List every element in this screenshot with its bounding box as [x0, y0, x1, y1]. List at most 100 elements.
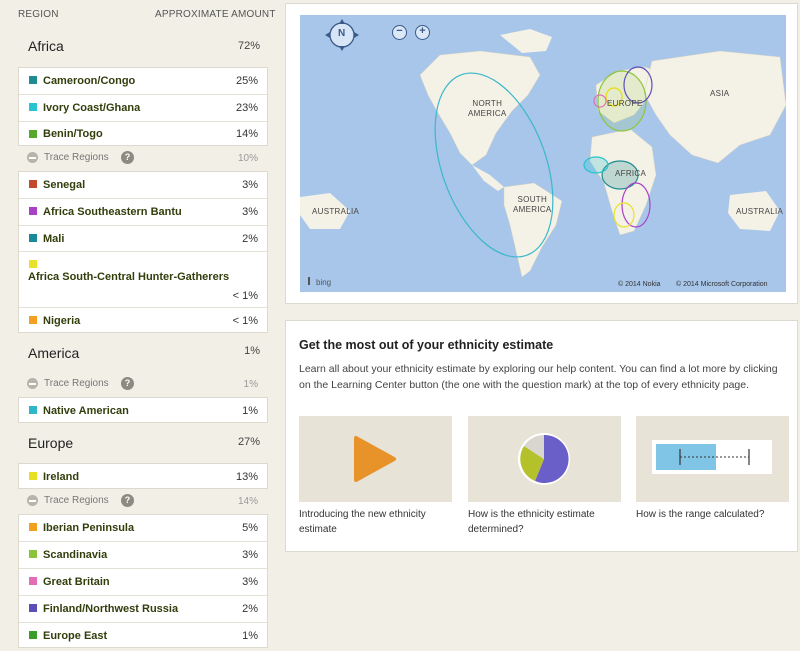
color-swatch: [29, 472, 37, 480]
trace-regions-toggle-america[interactable]: Trace Regions ? 1%: [18, 376, 268, 394]
ethnicity-percent: 3%: [242, 576, 258, 588]
ethnicity-percent: 1%: [242, 405, 258, 417]
ethnicity-list-panel: REGION APPROXIMATE AMOUNT Africa 72% Cam…: [0, 0, 278, 651]
ethnicity-label: Mali: [43, 233, 65, 245]
tile-caption-introducing[interactable]: Introducing the new ethnicity estimate: [299, 507, 449, 537]
color-swatch: [29, 316, 37, 324]
ethnicity-percent: 2%: [242, 233, 258, 245]
color-swatch: [29, 130, 37, 138]
video-tile-how-determined[interactable]: [468, 416, 621, 502]
ethnicity-row-cameroon-congo[interactable]: Cameroon/Congo 25%: [19, 68, 267, 94]
tile-caption-how-determined[interactable]: How is the ethnicity estimate determined…: [468, 507, 618, 537]
ethnicity-percent: 3%: [242, 179, 258, 191]
video-tile-range[interactable]: [636, 416, 789, 502]
ethnicity-percent: 3%: [242, 549, 258, 561]
collapse-icon[interactable]: [27, 378, 38, 389]
ethnicity-row-africa-south-central-hunter-gatherers[interactable]: Africa South-Central Hunter-Gatherers < …: [19, 252, 267, 307]
ethnicity-percent: 13%: [235, 471, 258, 483]
map-card: N − + NORTH AMERICA EUROPE ASIA AFRICA S…: [285, 3, 798, 304]
compass-north-label: N: [338, 28, 346, 39]
trace-percent: 14%: [237, 496, 258, 507]
ethnicity-row-great-britain[interactable]: Great Britain 3%: [19, 569, 267, 595]
color-swatch: [29, 604, 37, 612]
help-content-card: Get the most out of your ethnicity estim…: [285, 320, 798, 552]
zoom-out-button[interactable]: −: [392, 25, 407, 40]
ethnicity-label: Benin/Togo: [43, 128, 103, 140]
amount-column-header: APPROXIMATE AMOUNT: [155, 9, 276, 20]
map-pan-control[interactable]: N: [322, 19, 362, 51]
help-description: Learn all about your ethnicity estimate …: [299, 363, 778, 391]
region-percent: 72%: [237, 40, 260, 52]
color-swatch: [29, 103, 37, 111]
ethnicity-row-ireland[interactable]: Ireland 13%: [19, 464, 267, 490]
trace-regions-label: Trace Regions: [44, 378, 109, 389]
color-swatch: [29, 577, 37, 585]
zoom-in-button[interactable]: +: [415, 25, 430, 40]
ethnicity-percent: 5%: [242, 522, 258, 534]
help-icon[interactable]: ?: [121, 377, 134, 390]
ethnicity-label: Native American: [43, 405, 129, 417]
map-label-australia-right: AUSTRALIA: [736, 207, 784, 216]
collapse-icon[interactable]: [27, 152, 38, 163]
color-swatch: [29, 406, 37, 414]
region-percent: 27%: [237, 436, 260, 448]
ethnicity-row-native-american[interactable]: Native American 1%: [19, 398, 267, 424]
ethnicity-label: Finland/Northwest Russia: [43, 603, 179, 615]
world-map[interactable]: N − + NORTH AMERICA EUROPE ASIA AFRICA S…: [300, 15, 786, 292]
map-label-europe: EUROPE: [607, 99, 643, 108]
ethnicity-label: Cameroon/Congo: [43, 75, 136, 87]
region-heading-africa[interactable]: Africa 72%: [18, 36, 268, 60]
trace-regions-toggle-africa[interactable]: Trace Regions ? 10%: [18, 150, 268, 168]
ethnicity-percent: 3%: [242, 206, 258, 218]
trace-items-africa: Senegal 3% Africa Southeastern Bantu 3% …: [18, 171, 268, 333]
ethnicity-percent: 23%: [235, 102, 258, 114]
region-heading-europe[interactable]: Europe 27%: [18, 432, 268, 456]
color-swatch: [29, 76, 37, 84]
trace-percent: 1%: [243, 379, 258, 390]
range-bar-icon: [652, 440, 772, 474]
tile-caption-range[interactable]: How is the range calculated?: [636, 507, 786, 522]
ethnicity-row-ivory-coast-ghana[interactable]: Ivory Coast/Ghana 23%: [19, 95, 267, 121]
pie-icon: [518, 433, 570, 485]
color-swatch: [29, 631, 37, 639]
trace-regions-toggle-europe[interactable]: Trace Regions ? 14%: [18, 493, 268, 511]
map-label-africa: AFRICA: [615, 169, 647, 178]
world-map-graphic: [300, 29, 786, 278]
trace-regions-label: Trace Regions: [44, 495, 109, 506]
region-name: America: [28, 345, 80, 361]
ethnicity-label: Senegal: [43, 179, 86, 191]
ethnicity-row-scandinavia[interactable]: Scandinavia 3%: [19, 542, 267, 568]
map-label-australia-left: AUSTRALIA: [312, 207, 360, 216]
map-label-south-america: SOUTH AMERICA: [513, 195, 552, 214]
map-label-asia: ASIA: [710, 89, 730, 98]
region-name: Europe: [28, 435, 74, 451]
ethnicity-percent: < 1%: [232, 290, 258, 302]
bing-logo: bing: [308, 277, 331, 287]
ethnicity-row-nigeria[interactable]: Nigeria < 1%: [19, 308, 267, 334]
region-items-europe: Ireland 13%: [18, 463, 268, 489]
help-icon[interactable]: ?: [121, 494, 134, 507]
video-tile-introducing[interactable]: [299, 416, 452, 502]
ethnicity-row-finland-northwest-russia[interactable]: Finland/Northwest Russia 2%: [19, 596, 267, 622]
trace-percent: 10%: [237, 153, 258, 164]
region-column-header: REGION: [18, 9, 59, 20]
color-swatch: [29, 523, 37, 531]
ethnicity-row-mali[interactable]: Mali 2%: [19, 226, 267, 251]
ethnicity-row-iberian-peninsula[interactable]: Iberian Peninsula 5%: [19, 515, 267, 541]
ethnicity-row-africa-southeastern-bantu[interactable]: Africa Southeastern Bantu 3%: [19, 199, 267, 225]
ethnicity-percent: 14%: [235, 128, 258, 140]
help-icon[interactable]: ?: [121, 151, 134, 164]
ethnicity-label: Ireland: [43, 471, 80, 483]
ethnicity-row-europe-east[interactable]: Europe East 1%: [19, 623, 267, 649]
ethnicity-row-benin-togo[interactable]: Benin/Togo 14%: [19, 122, 267, 147]
region-heading-america[interactable]: America 1%: [18, 343, 268, 365]
collapse-icon[interactable]: [27, 495, 38, 506]
ethnicity-row-senegal[interactable]: Senegal 3%: [19, 172, 267, 198]
ethnicity-percent: 2%: [242, 603, 258, 615]
ethnicity-label: Ivory Coast/Ghana: [43, 102, 141, 114]
trace-regions-label: Trace Regions: [44, 152, 109, 163]
ethnicity-percent: < 1%: [232, 315, 258, 327]
ethnicity-label: Africa Southeastern Bantu: [43, 206, 182, 218]
map-copyright-microsoft: © 2014 Microsoft Corporation: [676, 281, 768, 288]
region-name: Africa: [28, 38, 64, 54]
